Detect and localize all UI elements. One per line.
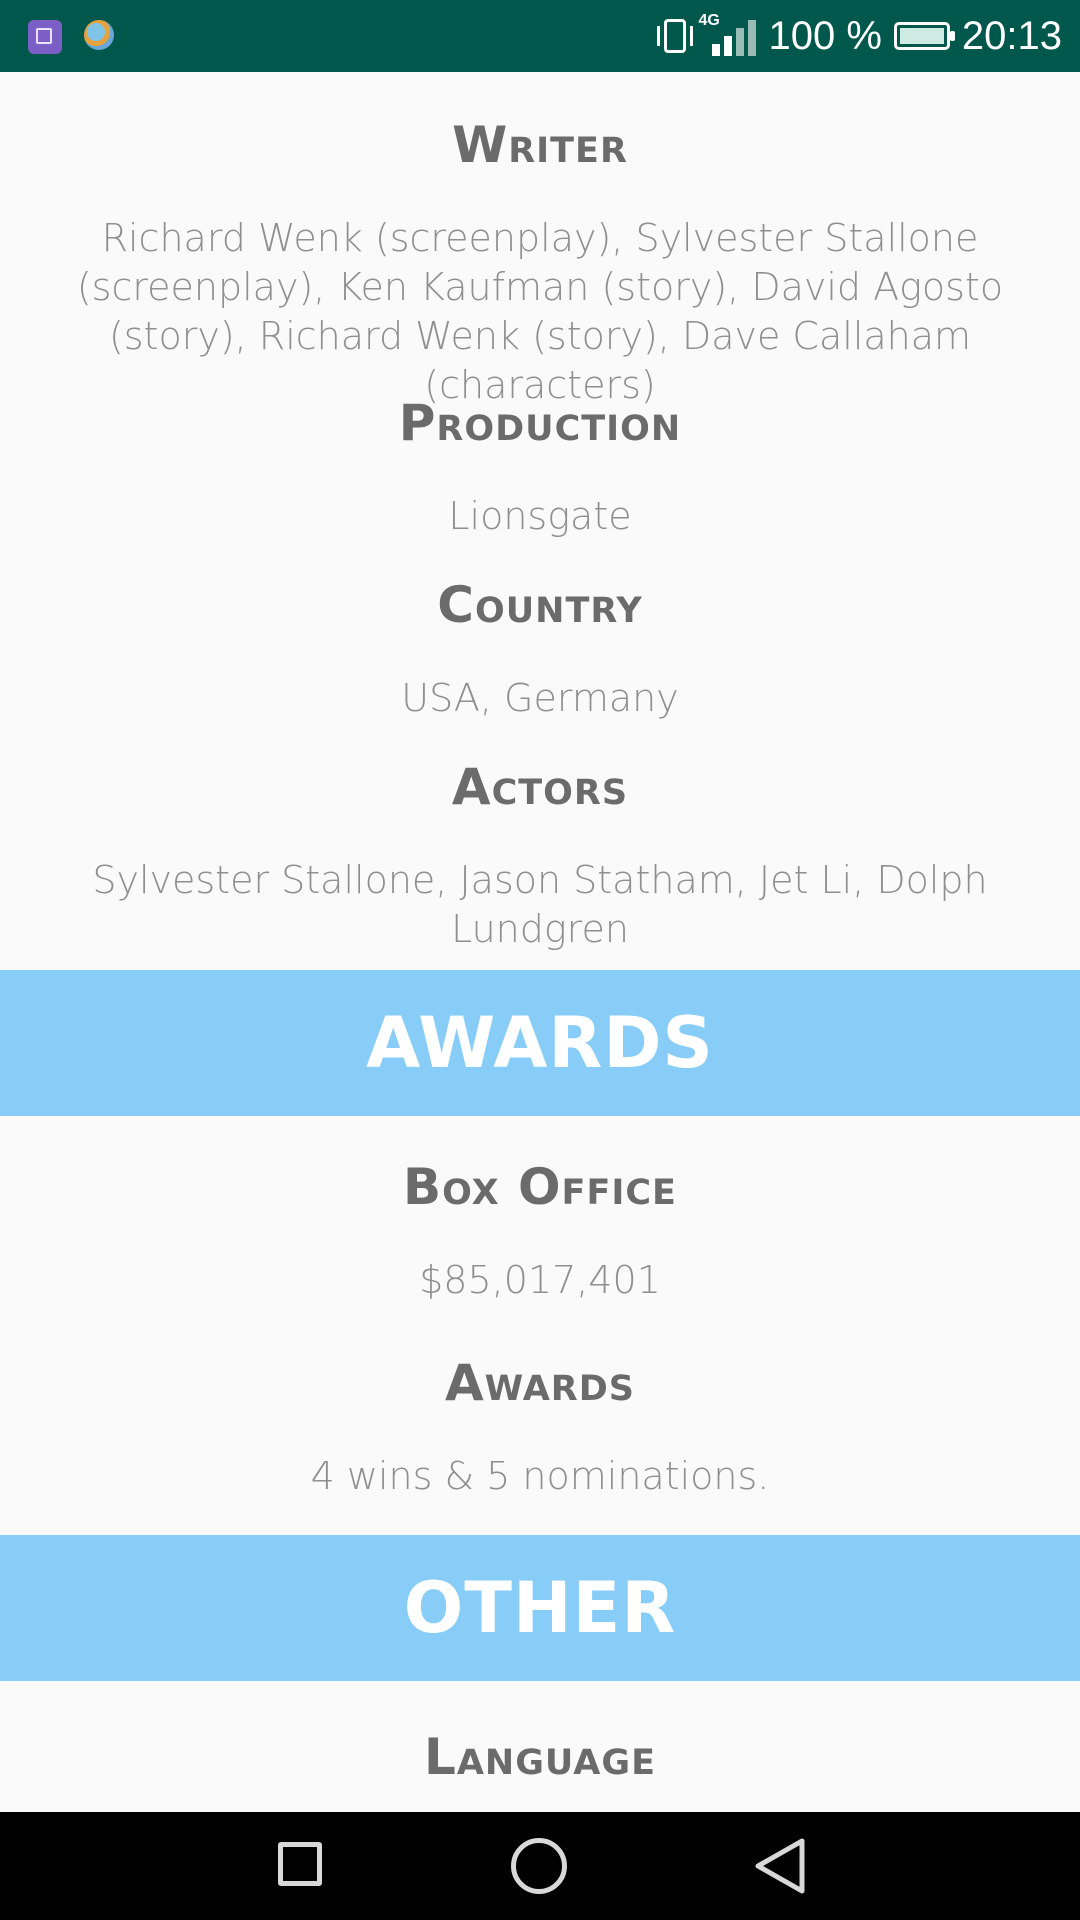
battery-percent: 100 % <box>768 13 882 58</box>
network-type-label: 4G <box>698 12 720 29</box>
country-heading: Country <box>437 576 643 634</box>
writer-heading: Writer <box>452 116 628 174</box>
production-heading: Production <box>398 394 682 452</box>
signal-icon: 4G <box>698 12 757 56</box>
movie-details-scroll[interactable]: Writer Richard Wenk (screenplay), Sylves… <box>0 72 1080 1812</box>
battery-icon <box>893 22 955 50</box>
home-icon[interactable] <box>511 1838 567 1894</box>
box-office-heading: Box Office <box>403 1158 677 1216</box>
vibrate-icon <box>657 19 694 53</box>
awards-value: 4 wins & 5 nominations. <box>310 1454 770 1498</box>
language-heading: Language <box>423 1728 657 1786</box>
actors-value: Sylvester Stallone, Jason Statham, Jet L… <box>92 858 988 951</box>
actors-heading: Actors <box>451 758 629 816</box>
navigation-bar <box>0 1812 1080 1920</box>
box-office-value: $85,017,401 <box>419 1258 661 1302</box>
awards-section-header: AWARDS <box>0 970 1080 1116</box>
awards-heading: Awards <box>444 1354 636 1412</box>
recent-apps-icon[interactable] <box>278 1842 322 1886</box>
writer-value: Richard Wenk (screenplay), Sylvester Sta… <box>76 216 1004 407</box>
other-section-header: OTHER <box>0 1535 1080 1681</box>
back-icon[interactable] <box>752 1836 808 1896</box>
production-value: Lionsgate <box>448 494 632 538</box>
country-value: USA, Germany <box>401 676 679 720</box>
clock: 20:13 <box>961 13 1062 58</box>
status-bar: 4G 100 % 20:13 <box>0 0 1080 72</box>
gallery-icon <box>28 20 62 54</box>
globe-icon <box>84 20 114 50</box>
status-indicators: 4G 100 % 20:13 <box>657 0 1062 72</box>
